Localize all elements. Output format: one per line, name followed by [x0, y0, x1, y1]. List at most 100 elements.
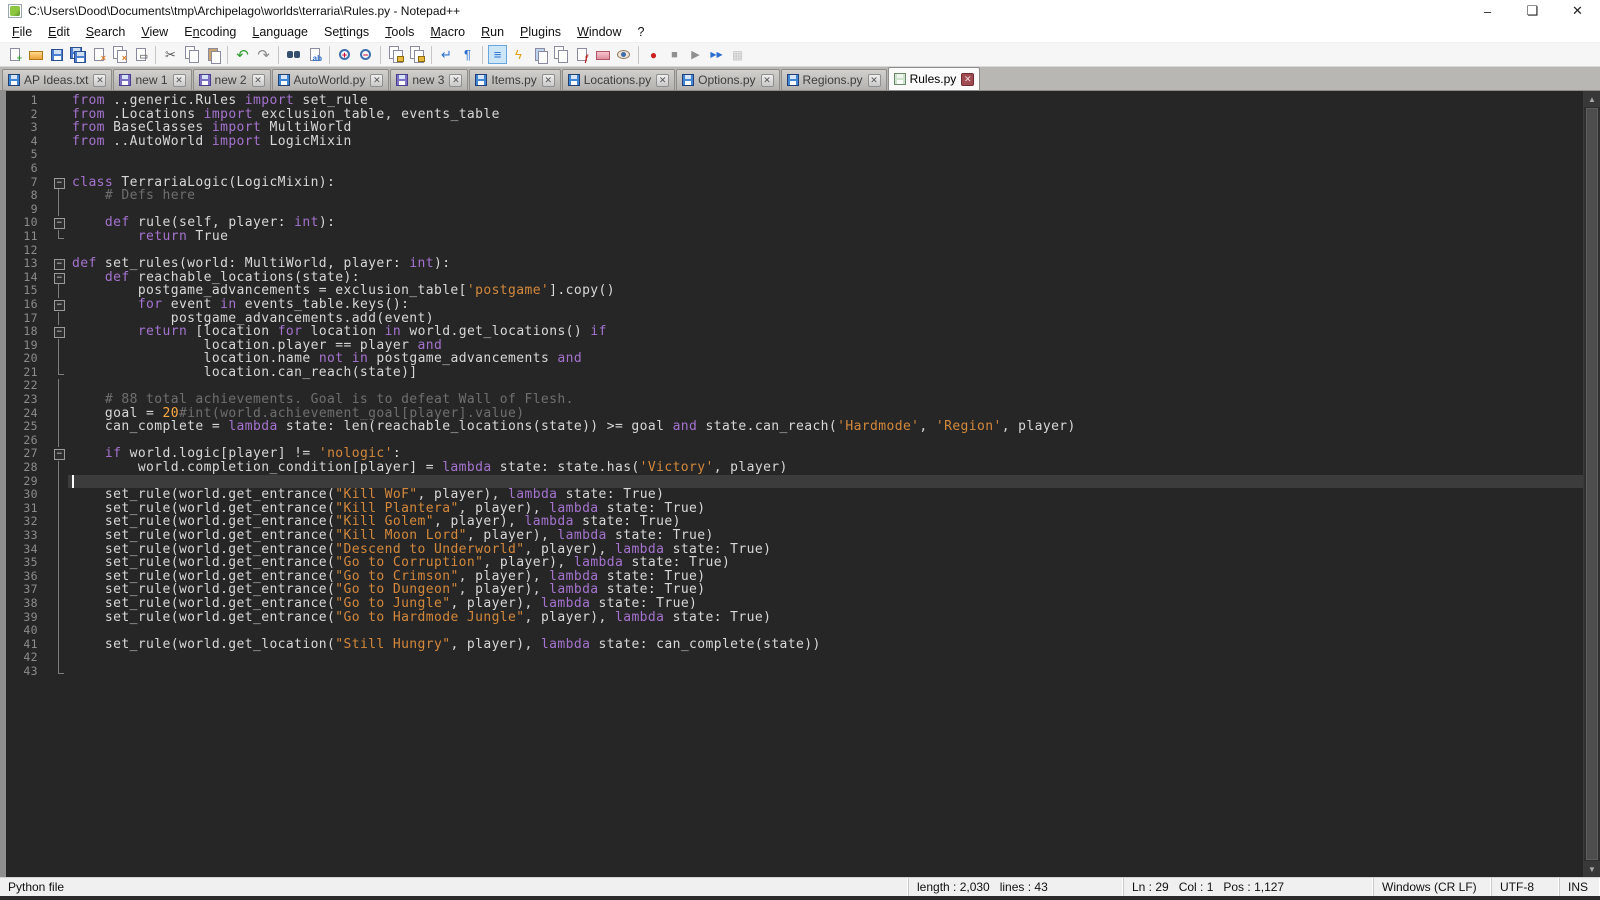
tab-rules-py[interactable]: Rules.py✕ [888, 67, 981, 90]
code-editor[interactable]: 1from ..generic.Rules import set_rule2fr… [6, 91, 1583, 877]
code-text[interactable]: world.completion_condition[player] = lam… [68, 461, 1583, 475]
macro-run-multiple-icon[interactable]: ▶▶ [707, 45, 726, 64]
code-text[interactable] [68, 203, 1583, 217]
code-text[interactable]: set_rule(world.get_location("Still Hungr… [68, 638, 1583, 652]
tab-new-2[interactable]: new 2✕ [193, 69, 271, 90]
menu-plugins[interactable]: Plugins [512, 23, 569, 41]
copy-icon[interactable] [182, 45, 201, 64]
function-completion-icon[interactable]: ϟ [509, 45, 528, 64]
code-text[interactable]: set_rule(world.get_entrance("Kill Plante… [68, 502, 1583, 516]
find-icon[interactable] [284, 45, 303, 64]
menu-view[interactable]: View [133, 23, 176, 41]
tab-close-icon[interactable]: ✕ [868, 74, 881, 87]
tab-close-icon[interactable]: ✕ [449, 74, 462, 87]
menu-language[interactable]: Language [244, 23, 316, 41]
title-bar[interactable]: C:\Users\Dood\Documents\tmp\Archipelago\… [0, 0, 1600, 22]
tab-close-icon[interactable]: ✕ [656, 74, 669, 87]
tab-close-icon[interactable]: ✕ [252, 74, 265, 87]
document-list-icon[interactable] [551, 45, 570, 64]
code-text[interactable] [68, 162, 1583, 176]
tab-locations-py[interactable]: Locations.py✕ [562, 69, 675, 90]
code-text[interactable]: from ..AutoWorld import LogicMixin [68, 135, 1583, 149]
fold-collapse-icon[interactable] [50, 447, 68, 461]
tab-options-py[interactable]: Options.py✕ [676, 69, 779, 90]
code-text[interactable]: set_rule(world.get_entrance("Go to Corru… [68, 556, 1583, 570]
macro-record-icon[interactable]: ● [644, 45, 663, 64]
code-text[interactable]: postgame_advancements = exclusion_table[… [68, 284, 1583, 298]
fold-collapse-icon[interactable] [50, 257, 68, 271]
tab-ap-ideas-txt[interactable]: AP Ideas.txt✕ [2, 69, 112, 90]
code-text[interactable]: location.player == player and [68, 339, 1583, 353]
document-map-icon[interactable] [530, 45, 549, 64]
code-text[interactable]: class TerrariaLogic(LogicMixin): [68, 176, 1583, 190]
menu-file[interactable]: File [4, 23, 40, 41]
undo-icon[interactable]: ↶ [233, 45, 252, 64]
code-text[interactable]: set_rule(world.get_entrance("Descend to … [68, 543, 1583, 557]
tab-autoworld-py[interactable]: AutoWorld.py✕ [272, 69, 390, 90]
macro-save-icon[interactable]: ▦ [728, 45, 747, 64]
code-text[interactable]: set_rule(world.get_entrance("Kill WoF", … [68, 488, 1583, 502]
macro-play-icon[interactable]: ▶ [686, 45, 705, 64]
menu-search[interactable]: Search [78, 23, 134, 41]
code-text[interactable]: return True [68, 230, 1583, 244]
code-text[interactable]: from BaseClasses import MultiWorld [68, 121, 1583, 135]
tab-close-icon[interactable]: ✕ [961, 73, 974, 86]
folder-as-workspace-icon[interactable] [593, 45, 612, 64]
code-text[interactable]: postgame_advancements.add(event) [68, 312, 1583, 326]
menu-run[interactable]: Run [473, 23, 512, 41]
menu-window[interactable]: Window [569, 23, 629, 41]
replace-icon[interactable]: ab [305, 45, 324, 64]
menu-edit[interactable]: Edit [40, 23, 78, 41]
function-list-icon[interactable]: ƒ [572, 45, 591, 64]
tab-close-icon[interactable]: ✕ [370, 74, 383, 87]
code-text[interactable]: return [location for location in world.g… [68, 325, 1583, 339]
code-text[interactable]: def rule(self, player: int): [68, 216, 1583, 230]
show-all-characters-icon[interactable]: ¶ [458, 45, 477, 64]
fold-collapse-icon[interactable] [50, 216, 68, 230]
fold-collapse-icon[interactable] [50, 298, 68, 312]
save-all-icon[interactable] [68, 45, 87, 64]
cut-icon[interactable]: ✂ [161, 45, 180, 64]
tab-new-3[interactable]: new 3✕ [390, 69, 468, 90]
tab-regions-py[interactable]: Regions.py✕ [781, 69, 887, 90]
zoom-in-icon[interactable]: + [335, 45, 354, 64]
code-text[interactable]: from .Locations import exclusion_table, … [68, 108, 1583, 122]
code-text[interactable]: location.can_reach(state)] [68, 366, 1583, 380]
code-text[interactable]: if world.logic[player] != 'nologic': [68, 447, 1583, 461]
scrollbar-thumb[interactable] [1586, 108, 1598, 860]
zoom-out-icon[interactable]: − [356, 45, 375, 64]
code-text[interactable] [68, 651, 1583, 665]
macro-stop-icon[interactable]: ■ [665, 45, 684, 64]
tab-new-1[interactable]: new 1✕ [113, 69, 191, 90]
code-text[interactable]: for event in events_table.keys(): [68, 298, 1583, 312]
paste-icon[interactable] [203, 45, 222, 64]
scroll-down-button[interactable]: ▼ [1584, 861, 1600, 877]
tab-close-icon[interactable]: ✕ [542, 74, 555, 87]
code-text[interactable] [68, 665, 1583, 679]
code-text[interactable] [68, 624, 1583, 638]
code-text[interactable]: set_rule(world.get_entrance("Go to Jungl… [68, 597, 1583, 611]
fold-collapse-icon[interactable] [50, 176, 68, 190]
tab-close-icon[interactable]: ✕ [761, 74, 774, 87]
menu-[interactable]: ? [630, 23, 653, 41]
close-file-icon[interactable]: × [89, 45, 108, 64]
minimize-button[interactable]: – [1465, 0, 1510, 22]
sync-vertical-icon[interactable] [386, 45, 405, 64]
code-text[interactable] [68, 379, 1583, 393]
code-text[interactable]: set_rule(world.get_entrance("Kill Moon L… [68, 529, 1583, 543]
code-text[interactable]: # 88 total achievements. Goal is to defe… [68, 393, 1583, 407]
code-text[interactable]: set_rule(world.get_entrance("Go to Dunge… [68, 583, 1583, 597]
code-text[interactable] [68, 475, 1583, 489]
fold-collapse-icon[interactable] [50, 271, 68, 285]
word-wrap-icon[interactable]: ↵ [437, 45, 456, 64]
code-text[interactable]: from ..generic.Rules import set_rule [68, 94, 1583, 108]
code-text[interactable]: location.name not in postgame_advancemen… [68, 352, 1583, 366]
code-text[interactable]: set_rule(world.get_entrance("Go to Crims… [68, 570, 1583, 584]
open-file-icon[interactable] [26, 45, 45, 64]
close-button[interactable]: ✕ [1555, 0, 1600, 22]
scroll-up-button[interactable]: ▲ [1584, 91, 1600, 107]
redo-icon[interactable]: ↷ [254, 45, 273, 64]
menu-tools[interactable]: Tools [377, 23, 422, 41]
tab-close-icon[interactable]: ✕ [173, 74, 186, 87]
code-text[interactable]: # Defs here [68, 189, 1583, 203]
